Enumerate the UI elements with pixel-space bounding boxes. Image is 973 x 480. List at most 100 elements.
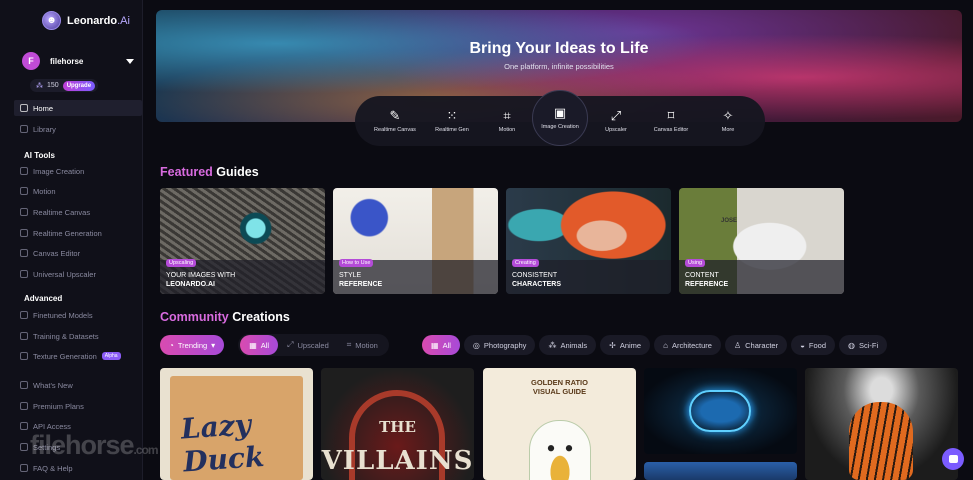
filter-type-all[interactable]: ▦ All	[240, 335, 279, 355]
grid-icon: ▦	[431, 340, 439, 350]
filter-category-animals[interactable]: ⁂ Animals	[539, 335, 597, 355]
sidebar-item-universal-upscaler[interactable]: Universal Upscaler	[14, 266, 142, 282]
grid-icon	[20, 125, 28, 133]
trending-icon: ◔	[169, 340, 174, 350]
film-icon: ⌗	[503, 108, 511, 123]
token-count: 150	[47, 82, 59, 89]
tiger-illustration	[849, 402, 913, 480]
filter-category-character[interactable]: ♙ Character	[724, 335, 788, 355]
grid-icon: ▦	[249, 340, 257, 350]
sidebar-item-motion[interactable]: Motion	[14, 183, 142, 199]
user-menu[interactable]: F filehorse	[22, 50, 134, 72]
frame-icon: ⌑	[667, 108, 675, 123]
guide-badge: How to Use	[339, 259, 374, 267]
sidebar-item-whats-new[interactable]: What's New	[14, 377, 142, 393]
ai-tools-heading: AI Tools	[24, 151, 55, 160]
planet-icon: ◍	[848, 340, 856, 350]
guide-card-style-reference[interactable]: How to Use STYLE REFERENCE	[333, 188, 498, 294]
tool-motion[interactable]: ⌗ Motion	[475, 96, 539, 146]
chevron-down-icon	[126, 58, 134, 64]
token-balance: ⁂ 150 Upgrade	[30, 79, 99, 92]
guide-badge: Upscaling	[166, 259, 197, 267]
chat-icon	[948, 455, 958, 463]
building-icon: ⌂	[663, 340, 668, 350]
filter-category-all[interactable]: ▦ All	[422, 335, 460, 355]
food-icon: ◒	[800, 340, 805, 350]
card-text-the: THE	[379, 418, 416, 436]
creation-card-lazy-duck[interactable]: Lazy Duck	[160, 368, 313, 480]
guide-card-content-reference[interactable]: JOSE Using CONTENT REFERENCE	[679, 188, 844, 294]
sidebar-item-canvas-editor[interactable]: Canvas Editor	[14, 245, 142, 261]
sidebar-item-premium-plans[interactable]: Premium Plans	[14, 398, 142, 414]
tool-realtime-canvas[interactable]: ✎ Realtime Canvas	[363, 96, 427, 146]
tool-image-creation[interactable]: ▣ Image Creation	[532, 90, 588, 146]
app-name-suffix: .Ai	[117, 14, 130, 27]
card-text-visual-guide: VISUAL GUIDE	[532, 387, 587, 396]
upscale-icon	[20, 270, 28, 278]
brush-icon	[20, 208, 28, 216]
sidebar-item-image-creation[interactable]: Image Creation	[14, 163, 142, 179]
upgrade-button[interactable]: Upgrade	[62, 80, 96, 91]
texture-icon	[20, 352, 28, 360]
sidebar-item-faq-help[interactable]: FAQ & Help	[14, 460, 142, 476]
upscale-icon: ⤢	[610, 108, 622, 123]
dataset-icon	[20, 332, 28, 340]
card-text-villains: VILLAINS	[321, 446, 474, 476]
trending-sort-dropdown[interactable]: ◔ Trending ▾	[160, 335, 225, 355]
creation-card-tiger[interactable]	[805, 368, 958, 480]
tool-more[interactable]: ✧ More	[696, 96, 760, 146]
token-icon: ⁂	[36, 82, 43, 90]
anime-icon: ✢	[609, 340, 616, 350]
card-text-golden-ratio: GOLDEN RATIO	[531, 378, 588, 387]
image-icon: ▣	[553, 105, 567, 120]
filter-type-motion[interactable]: ⌗ Motion	[338, 335, 387, 355]
key-icon	[20, 422, 28, 430]
frame-icon	[20, 249, 28, 257]
community-creations-title: Community Creations	[160, 310, 290, 324]
film-icon: ⌗	[346, 340, 352, 349]
sidebar-item-texture-generation[interactable]: Texture Generation Alpha	[14, 348, 142, 364]
card-text-lazy-duck: Lazy Duck	[179, 407, 266, 479]
grid-dots-icon: ⁙	[446, 108, 458, 123]
filter-category-photography[interactable]: ◎ Photography	[463, 335, 536, 355]
guide-card-upscaling[interactable]: Upscaling YOUR IMAGES WITH LEONARDO.AI	[160, 188, 325, 294]
filehorse-watermark: filehorse.com	[30, 430, 159, 460]
brain-illustration	[689, 390, 751, 432]
camera-icon: ◎	[472, 340, 480, 350]
filter-type-upscaled[interactable]: ⤢ Upscaled	[278, 335, 338, 355]
upscale-icon: ⤢	[287, 340, 294, 349]
sidebar-item-finetuned-models[interactable]: Finetuned Models	[14, 307, 142, 323]
megaphone-icon	[20, 381, 28, 389]
brush-icon: ✎	[389, 108, 401, 123]
category-filter-group: ▦ All ◎ Photography ⁂ Animals ✢ Anime ⌂ Archi…	[422, 334, 888, 356]
app-logo[interactable]: ☻ Leonardo.Ai	[42, 11, 130, 30]
help-icon	[20, 464, 28, 472]
leonardo-logo-icon: ☻	[42, 11, 61, 30]
model-icon	[20, 311, 28, 319]
main-content: Bring Your Ideas to Life One platform, i…	[150, 0, 973, 480]
guide-badge: Creating	[512, 259, 539, 267]
filter-category-sci-fi[interactable]: ◍ Sci-Fi	[839, 335, 888, 355]
home-icon	[20, 104, 28, 112]
featured-guides-title: Featured Guides	[160, 165, 259, 179]
sidebar-item-library[interactable]: Library	[14, 121, 142, 137]
sidebar-item-home[interactable]: Home	[14, 100, 142, 116]
filter-category-architecture[interactable]: ⌂ Architecture	[654, 335, 721, 355]
sidebar: ☻ Leonardo.Ai F filehorse ⁂ 150 Upgrade …	[0, 0, 159, 480]
guide-shoe-text: JOSE	[721, 218, 738, 224]
guide-card-consistent-characters[interactable]: Creating CONSISTENT CHARACTERS	[506, 188, 671, 294]
username: filehorse	[50, 56, 84, 66]
filter-category-anime[interactable]: ✢ Anime	[600, 335, 651, 355]
creation-card-golden-ratio[interactable]: GOLDEN RATIO VISUAL GUIDE	[483, 368, 636, 480]
creation-card-blue[interactable]	[644, 462, 797, 480]
type-filter-group: ◔ Trending ▾ ▦ All ⤢ Upscaled ⌗ Motion	[160, 334, 389, 356]
crown-icon	[20, 402, 28, 410]
tool-canvas-editor[interactable]: ⌑ Canvas Editor	[639, 96, 703, 146]
creation-card-neon-brain[interactable]	[644, 368, 797, 454]
chat-support-button[interactable]	[942, 448, 964, 470]
filter-category-food[interactable]: ◒ Food	[791, 335, 836, 355]
creation-card-villains[interactable]: THE VILLAINS	[321, 368, 474, 480]
sidebar-item-realtime-generation[interactable]: Realtime Generation	[14, 225, 142, 241]
sidebar-item-training-datasets[interactable]: Training & Datasets	[14, 328, 142, 344]
sidebar-item-realtime-canvas[interactable]: Realtime Canvas	[14, 204, 142, 220]
